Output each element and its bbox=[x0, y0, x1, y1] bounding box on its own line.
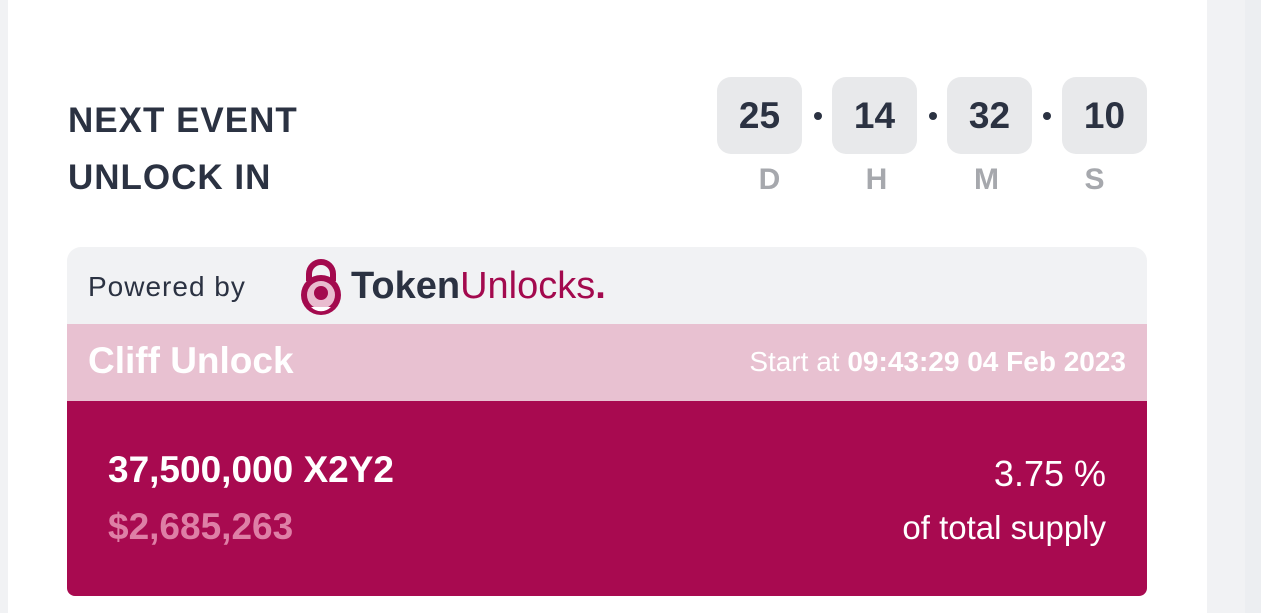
unlock-header: Cliff Unlock Start at 09:43:29 04 Feb 20… bbox=[67, 324, 1147, 401]
countdown-hours-unit: H bbox=[865, 163, 888, 196]
powered-by-label: Powered by bbox=[88, 271, 246, 302]
tokenunlocks-link[interactable]: TokenUnlocks. bbox=[351, 265, 606, 308]
scroll-area-edge bbox=[1245, 0, 1261, 613]
countdown-days: 25 bbox=[717, 77, 802, 154]
brand-token: Token bbox=[351, 265, 461, 307]
countdown-seconds: 10 bbox=[1062, 77, 1147, 154]
start-value: 09:43:29 04 Feb 2023 bbox=[847, 346, 1126, 377]
unlock-details: 37,500,000 X2Y2 $2,685,263 3.75 % of tot… bbox=[67, 401, 1147, 596]
unlock-percent: 3.75 % bbox=[993, 453, 1106, 494]
unlock-start-time: Start at 09:43:29 04 Feb 2023 bbox=[749, 346, 1126, 378]
lock-icon[interactable] bbox=[297, 257, 345, 315]
countdown-separator bbox=[1043, 112, 1051, 120]
countdown-hours: 14 bbox=[832, 77, 917, 154]
start-label: Start at bbox=[749, 346, 840, 377]
countdown-minutes-unit: M bbox=[974, 163, 999, 196]
brand-dot: . bbox=[595, 265, 606, 307]
next-event-line1: NEXT EVENT bbox=[68, 101, 298, 140]
countdown-days-unit: D bbox=[758, 163, 781, 196]
brand-unlocks: Unlocks bbox=[460, 265, 596, 307]
countdown-minutes: 32 bbox=[947, 77, 1032, 154]
next-event-heading: NEXT EVENT UNLOCK IN bbox=[68, 92, 298, 206]
countdown-seconds-unit: S bbox=[1084, 163, 1105, 196]
countdown-timer: 25 14 32 10 D H M S bbox=[717, 77, 1147, 202]
unlock-usd-value: $2,685,263 bbox=[108, 506, 294, 547]
next-event-line2: UNLOCK IN bbox=[68, 158, 272, 197]
countdown-separator bbox=[814, 112, 822, 120]
unlock-type-title: Cliff Unlock bbox=[88, 340, 294, 381]
unlock-amount: 37,500,000 X2Y2 bbox=[108, 449, 394, 490]
countdown-separator bbox=[929, 112, 937, 120]
unlock-percent-label: of total supply bbox=[902, 509, 1106, 546]
